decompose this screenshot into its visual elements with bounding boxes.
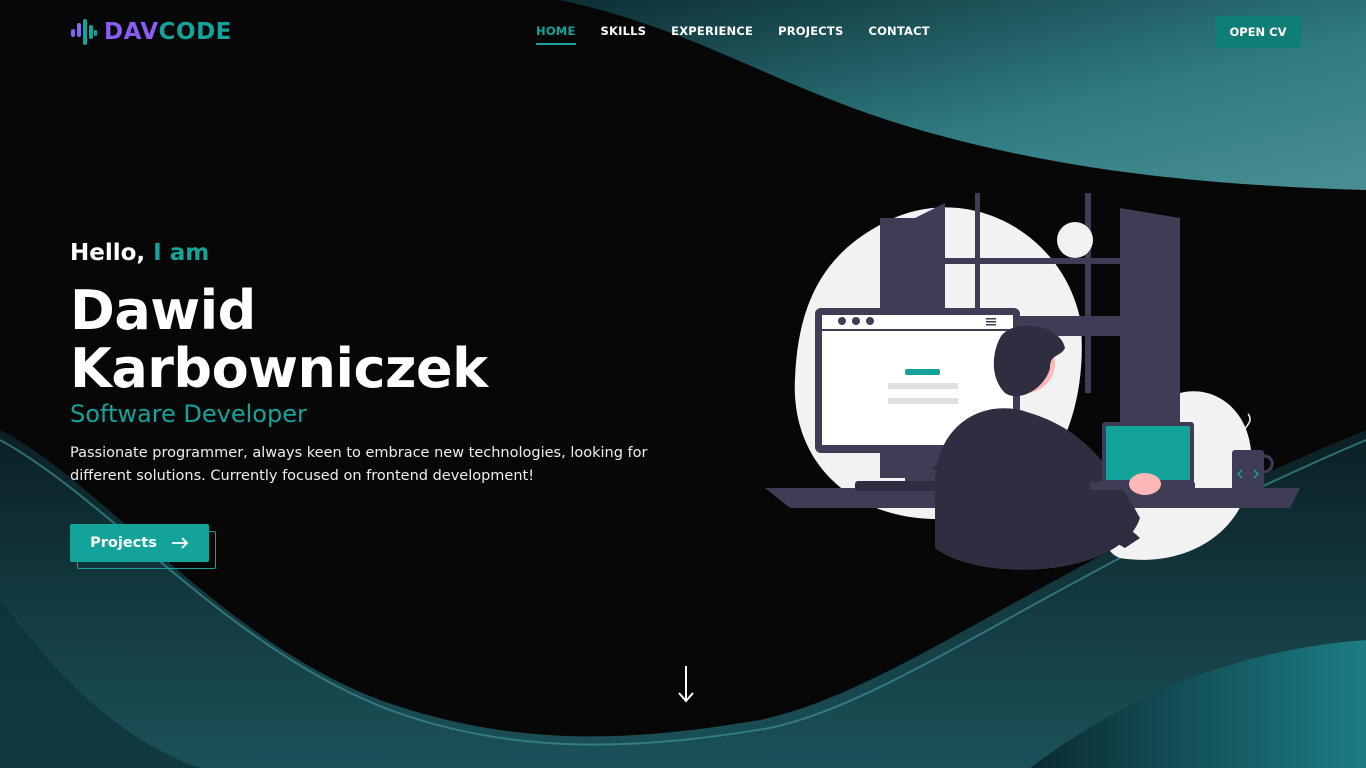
hero-section: Hello, I am Dawid Karbowniczek Software …	[70, 240, 690, 488]
code-bars-icon	[71, 19, 97, 45]
hero-description: Passionate programmer, always keen to em…	[70, 445, 648, 484]
nav-item-skills[interactable]: SKILLS	[601, 24, 647, 45]
projects-button-label: Projects	[90, 535, 157, 551]
greeting-accent: I am	[153, 240, 210, 266]
nav-item-contact[interactable]: CONTACT	[868, 24, 929, 45]
arrow-right-icon	[171, 537, 189, 549]
name-last: Karbowniczek	[70, 337, 488, 400]
arrow-down-icon[interactable]	[676, 664, 696, 704]
projects-button-wrapper: Projects	[70, 524, 216, 569]
brand-logo[interactable]: DAV CODE	[70, 18, 232, 46]
hero-name: Dawid Karbowniczek	[70, 282, 690, 398]
hero-role: Software Developer	[70, 400, 307, 428]
name-first: Dawid	[70, 279, 256, 342]
main-nav: HOME SKILLS EXPERIENCE PROJECTS CONTACT	[536, 24, 930, 45]
brand-name-part2: CODE	[158, 19, 232, 45]
projects-button[interactable]: Projects	[70, 524, 209, 562]
hero-greeting: Hello, I am	[70, 240, 690, 266]
nav-item-home[interactable]: HOME	[536, 24, 576, 45]
header: DAV CODE HOME SKILLS EXPERIENCE PROJECTS …	[0, 0, 1366, 64]
brand-name-part1: DAV	[104, 19, 159, 45]
greeting-text: Hello,	[70, 240, 146, 266]
open-cv-button[interactable]: OPEN CV	[1215, 16, 1301, 48]
developer-illustration	[765, 193, 1300, 570]
nav-item-projects[interactable]: PROJECTS	[778, 24, 843, 45]
nav-item-experience[interactable]: EXPERIENCE	[671, 24, 753, 45]
